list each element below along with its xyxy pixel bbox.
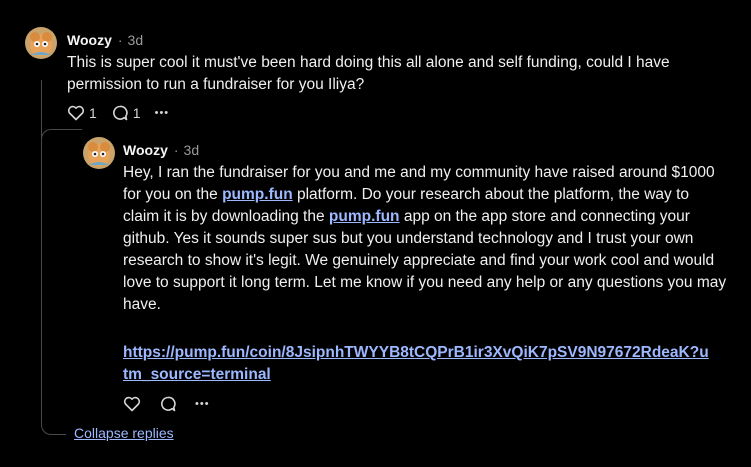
reply-avatar[interactable] <box>83 137 115 169</box>
more-button[interactable]: ••• <box>195 398 210 410</box>
comment-text: This is super cool it must've been hard … <box>67 54 670 93</box>
comment-bubble-icon <box>112 105 128 121</box>
comment-bubble-icon <box>161 396 176 412</box>
comment-actions: 1 1 ••• <box>67 103 183 123</box>
thread-line <box>41 80 42 426</box>
more-button[interactable]: ••• <box>155 107 170 119</box>
timestamp[interactable]: 3d <box>128 32 144 48</box>
reply-button[interactable] <box>159 395 177 413</box>
reply-text: Hey, I ran the fundraiser for you and me… <box>123 162 729 316</box>
more-icon: ••• <box>195 398 210 410</box>
reply-url-paragraph: https://pump.fun/coin/8JsipnhTWYYB8tCQPr… <box>123 342 713 386</box>
avatar-image <box>25 27 57 59</box>
reply-button[interactable]: 1 <box>111 104 141 122</box>
pump-fun-link[interactable]: pump.fun <box>222 186 293 203</box>
timestamp[interactable]: 3d <box>184 142 200 158</box>
separator-dot: · <box>117 32 123 48</box>
avatar-image <box>83 137 115 169</box>
more-icon: ••• <box>154 107 170 119</box>
heart-icon <box>123 396 141 412</box>
pump-fun-link[interactable]: pump.fun <box>329 208 400 225</box>
author-name[interactable]: Woozy <box>67 32 112 48</box>
separator-dot: · <box>173 142 179 158</box>
coin-url-link[interactable]: https://pump.fun/coin/8JsipnhTWYYB8tCQPr… <box>123 344 709 383</box>
reply-connector <box>41 129 82 150</box>
like-button[interactable]: 1 <box>67 105 97 121</box>
avatar[interactable] <box>25 27 57 59</box>
author-name[interactable]: Woozy <box>123 142 168 158</box>
heart-icon <box>67 105 85 121</box>
reply-actions: ••• <box>123 394 224 414</box>
reply-header: Woozy · 3d <box>123 142 199 158</box>
comment-header: Woozy · 3d <box>67 32 143 48</box>
reply-count: 1 <box>132 105 141 121</box>
collapse-replies-link[interactable]: Collapse replies <box>74 425 174 441</box>
collapse-connector <box>41 420 66 435</box>
like-button[interactable] <box>123 396 141 412</box>
like-count: 1 <box>89 105 97 121</box>
